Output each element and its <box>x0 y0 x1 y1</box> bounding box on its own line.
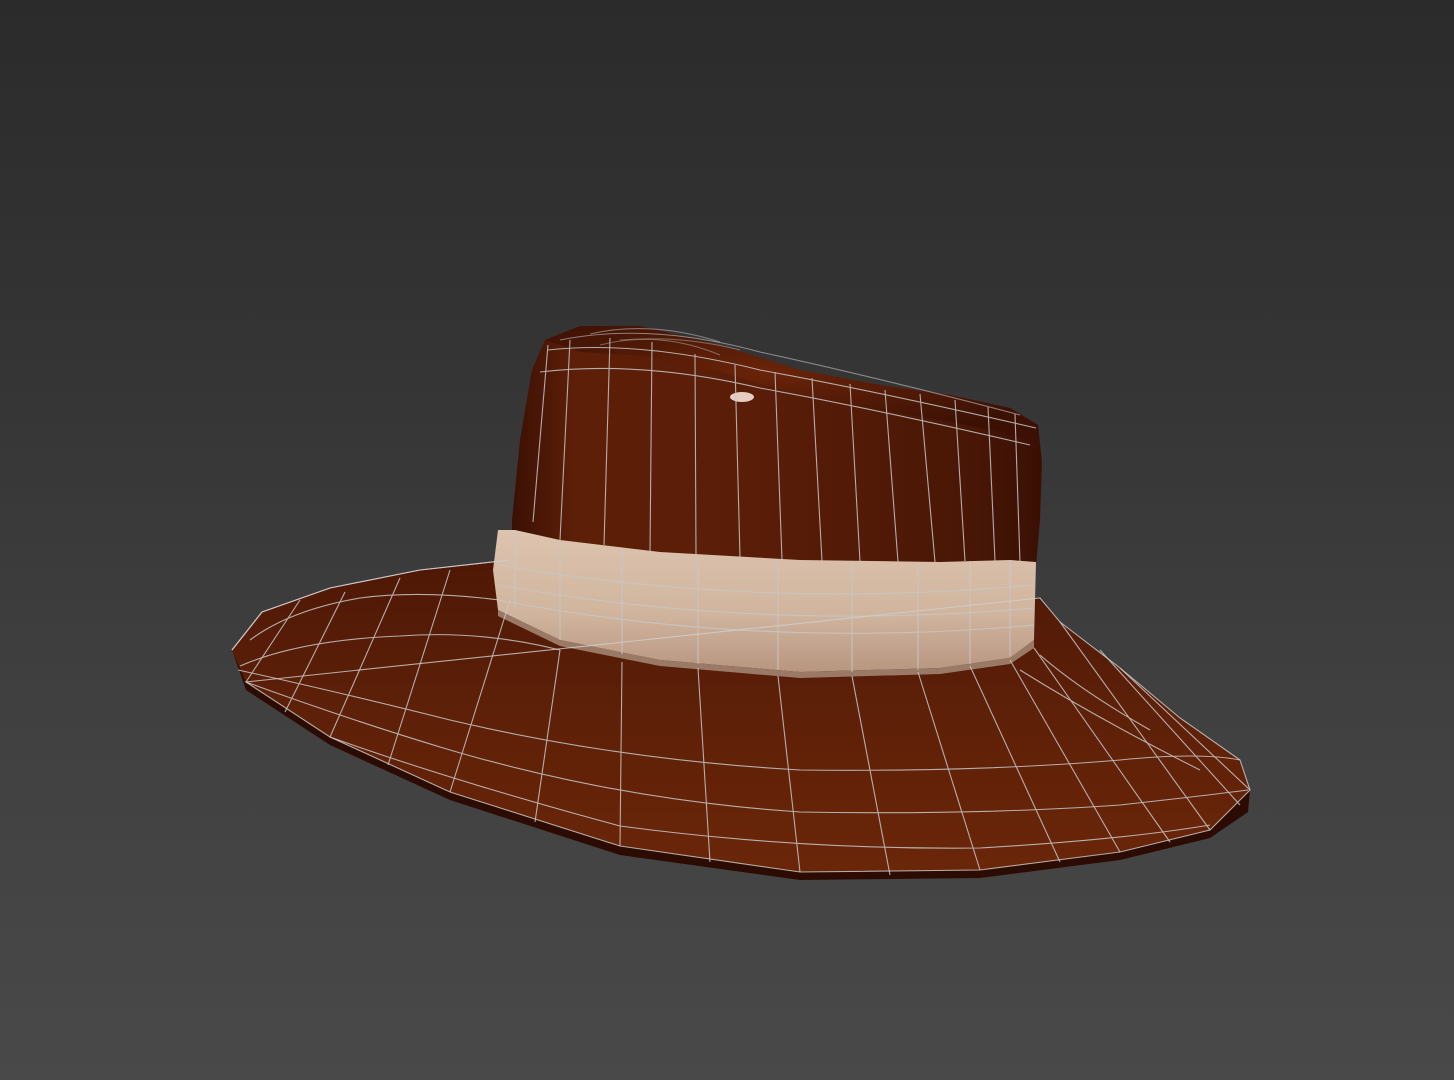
3d-viewport[interactable] <box>0 0 1454 1080</box>
hat-model[interactable] <box>0 0 1454 1080</box>
specular-highlight <box>730 392 754 402</box>
